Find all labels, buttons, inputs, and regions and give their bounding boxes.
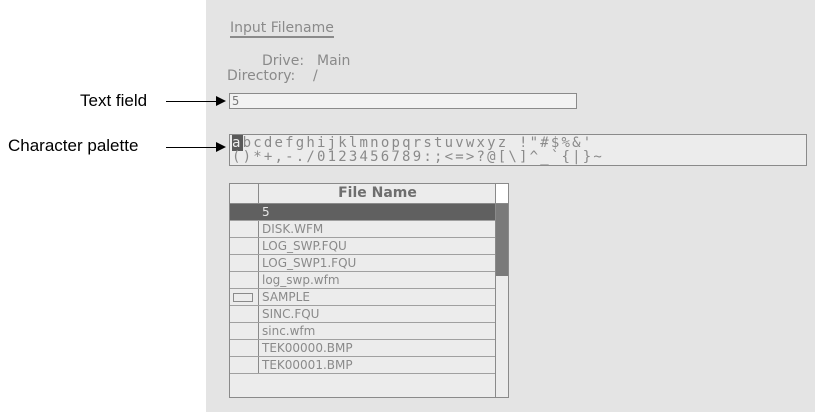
folder-icon <box>233 293 253 302</box>
drive-label: Drive: <box>262 53 305 69</box>
row-mark-cell <box>230 306 259 322</box>
file-name-cell: DISK.WFM <box>262 222 324 236</box>
table-row[interactable]: log_swp.wfm <box>230 272 496 289</box>
palette-row-2[interactable]: ()*+,-./0123456789:;<=>?@[\]^_`{|}~ <box>232 150 604 164</box>
filename-text-value: 5 <box>232 94 240 108</box>
row-mark-cell <box>230 204 259 220</box>
file-name-cell: SAMPLE <box>262 290 310 304</box>
table-row[interactable]: 5 <box>230 204 496 221</box>
scrollbar-top <box>496 184 508 204</box>
table-scrollbar[interactable] <box>495 184 508 397</box>
directory-value: / <box>313 68 318 84</box>
drive-value: Main <box>317 53 351 69</box>
file-name-cell: 5 <box>262 205 270 219</box>
row-mark-cell <box>230 340 259 356</box>
table-row[interactable]: TEK00001.BMP <box>230 357 496 374</box>
row-mark-cell <box>230 272 259 288</box>
table-row[interactable]: LOG_SWP.FQU <box>230 238 496 255</box>
table-row[interactable]: sinc.wfm <box>230 323 496 340</box>
table-row[interactable]: LOG_SWP1.FQU <box>230 255 496 272</box>
row-mark-cell <box>230 323 259 339</box>
table-row[interactable]: DISK.WFM <box>230 221 496 238</box>
file-name-cell: SINC.FQU <box>262 307 320 321</box>
file-name-cell: LOG_SWP.FQU <box>262 239 347 253</box>
file-name-cell: TEK00000.BMP <box>262 341 353 355</box>
dialog-title: Input Filename <box>230 20 334 38</box>
table-row[interactable]: TEK00000.BMP <box>230 340 496 357</box>
directory-label: Directory: <box>227 68 296 84</box>
file-name-table[interactable]: File Name 5 DISK.WFM LOG_SWP.FQU LOG_SWP1.F… <box>229 183 509 398</box>
row-mark-cell <box>230 238 259 254</box>
callout-character-palette: Character palette <box>8 136 139 155</box>
scrollbar-thumb[interactable] <box>496 204 508 276</box>
palette-row-1[interactable]: abcdefghijklmnopqrstuvwxyz !"#$%&' <box>232 135 593 151</box>
row-mark-cell <box>230 357 259 373</box>
callout-arrow-character-palette <box>166 142 226 152</box>
callout-arrow-text-field <box>166 96 226 106</box>
table-header-mark-column <box>230 184 259 203</box>
file-name-header: File Name <box>338 185 417 201</box>
file-name-cell: sinc.wfm <box>262 324 316 338</box>
table-header: File Name <box>230 184 496 204</box>
row-mark-cell <box>230 255 259 271</box>
callout-text-field: Text field <box>80 91 148 110</box>
row-mark-cell <box>230 289 259 305</box>
table-row[interactable]: SAMPLE <box>230 289 496 306</box>
file-name-cell: LOG_SWP1.FQU <box>262 256 357 270</box>
file-name-cell: log_swp.wfm <box>262 273 340 287</box>
filename-text-field[interactable]: 5 <box>229 93 577 109</box>
file-name-cell: TEK00001.BMP <box>262 358 353 372</box>
table-row[interactable]: SINC.FQU <box>230 306 496 323</box>
character-palette[interactable]: abcdefghijklmnopqrstuvwxyz !"#$%&' ()*+,… <box>229 134 807 166</box>
row-mark-cell <box>230 221 259 237</box>
